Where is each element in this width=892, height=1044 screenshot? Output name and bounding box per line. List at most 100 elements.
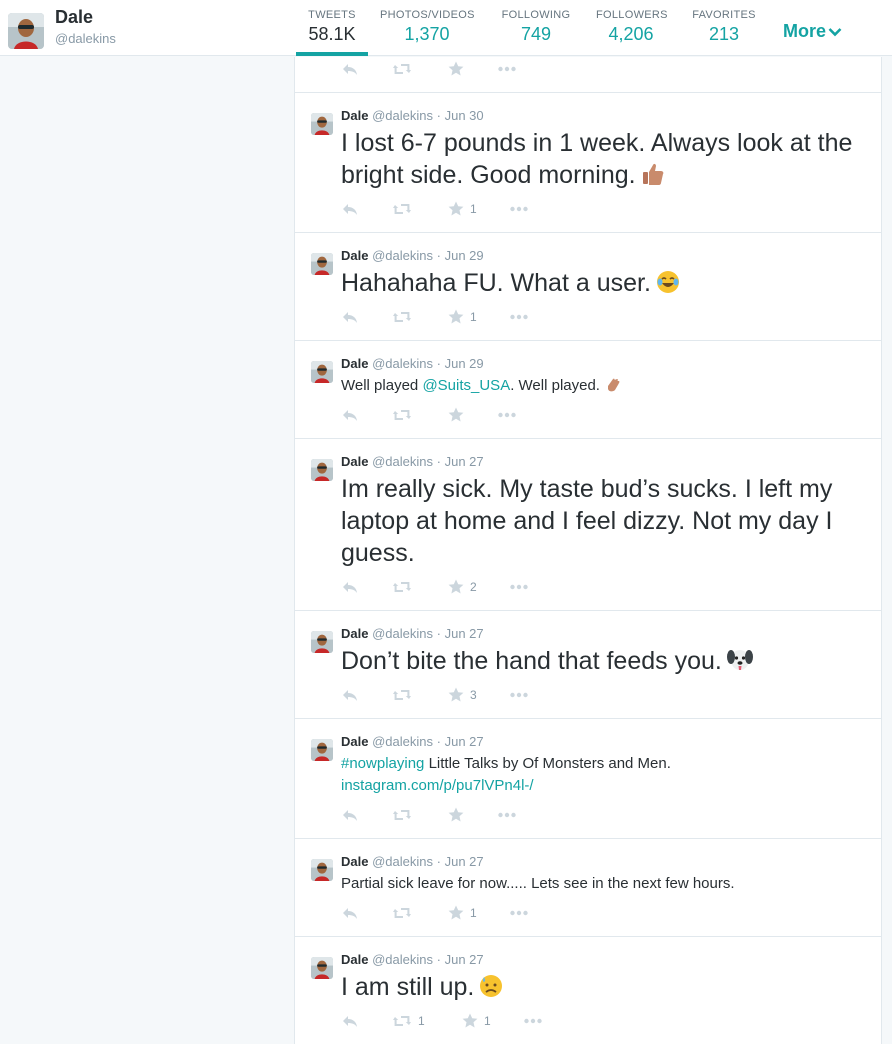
tweet-author-handle[interactable]: @dalekins bbox=[372, 854, 433, 869]
tweet[interactable]: Dale @dalekins · Jun 27 I am still up. 1… bbox=[295, 937, 881, 1044]
reply-icon[interactable] bbox=[341, 686, 359, 704]
tweet-text-pre: Well played bbox=[341, 377, 423, 394]
tweet-date[interactable]: Jun 27 bbox=[445, 854, 484, 869]
retweet-icon[interactable] bbox=[391, 578, 413, 596]
tweet[interactable]: Dale @dalekins · Jun 27 Partial sick lea… bbox=[295, 839, 881, 937]
more-options-icon[interactable] bbox=[523, 1012, 543, 1030]
tweet[interactable]: Dale @dalekins · Jun 27 Im really sick. … bbox=[295, 439, 881, 611]
favorite-icon[interactable] bbox=[447, 806, 465, 824]
tweet-avatar[interactable] bbox=[311, 113, 333, 135]
more-options-icon[interactable] bbox=[497, 806, 517, 824]
tweet-avatar[interactable] bbox=[311, 459, 333, 481]
tweet[interactable]: Dale @dalekins · Jun 30 I lost 6-7 pound… bbox=[295, 93, 881, 233]
favorite-count: 1 bbox=[470, 202, 477, 216]
tweet-author-handle[interactable]: @dalekins bbox=[372, 626, 433, 641]
tweet-date[interactable]: Jun 27 bbox=[445, 952, 484, 967]
tweet-date[interactable]: Jun 27 bbox=[445, 734, 484, 749]
profile-summary[interactable]: Dale @dalekins bbox=[8, 6, 208, 50]
clapping-icon bbox=[607, 378, 620, 392]
tweet-author-name[interactable]: Dale bbox=[341, 248, 368, 263]
favorite-count: 2 bbox=[470, 580, 477, 594]
tweet[interactable]: Dale @dalekins · Jun 27 #nowplaying Litt… bbox=[295, 719, 881, 839]
tweet-author-name[interactable]: Dale bbox=[341, 626, 368, 641]
tweet-author-handle[interactable]: @dalekins bbox=[372, 952, 433, 967]
more-options-icon[interactable] bbox=[497, 60, 517, 78]
tweet-avatar[interactable] bbox=[311, 859, 333, 881]
retweet-icon[interactable] bbox=[391, 200, 413, 218]
favorite-button[interactable]: 1 bbox=[461, 1012, 491, 1030]
tweet[interactable]: Dale @dalekins · Jun 27 Don’t bite the h… bbox=[295, 611, 881, 719]
retweet-icon[interactable] bbox=[391, 308, 413, 326]
reply-icon[interactable] bbox=[341, 60, 359, 78]
retweet-button[interactable]: 1 bbox=[391, 1012, 425, 1030]
tweet[interactable]: Dale @dalekins · Jun 29 Well played @Sui… bbox=[295, 341, 881, 439]
more-options-icon[interactable] bbox=[509, 578, 529, 596]
tweet-avatar[interactable] bbox=[311, 631, 333, 653]
favorite-button[interactable]: 3 bbox=[447, 686, 477, 704]
retweet-icon[interactable] bbox=[391, 686, 413, 704]
tweet-author-name[interactable]: Dale bbox=[341, 108, 368, 123]
reply-icon[interactable] bbox=[341, 1012, 359, 1030]
more-button[interactable]: More bbox=[783, 21, 842, 42]
tweet-actions bbox=[341, 806, 641, 824]
favorite-count: 3 bbox=[470, 688, 477, 702]
tweet-actions bbox=[341, 406, 641, 424]
hashtag-link[interactable]: #nowplaying bbox=[341, 755, 424, 772]
tweet-avatar[interactable] bbox=[311, 253, 333, 275]
sad-relieved-face-icon bbox=[480, 975, 503, 997]
tweet-author-handle[interactable]: @dalekins bbox=[372, 454, 433, 469]
stat-value: 749 bbox=[520, 24, 552, 44]
tweet-date[interactable]: Jun 27 bbox=[445, 454, 484, 469]
favorite-icon[interactable] bbox=[447, 406, 465, 424]
reply-icon[interactable] bbox=[341, 904, 359, 922]
tweet-author-name[interactable]: Dale bbox=[341, 854, 368, 869]
favorite-icon[interactable] bbox=[447, 60, 465, 78]
stat-photos-videos[interactable]: PHOTOS/VIDEOS 1,370 bbox=[380, 0, 474, 56]
reply-icon[interactable] bbox=[341, 200, 359, 218]
url-link[interactable]: instagram.com/p/pu7lVPn4l-/ bbox=[341, 777, 534, 794]
reply-icon[interactable] bbox=[341, 806, 359, 824]
reply-icon[interactable] bbox=[341, 308, 359, 326]
reply-icon[interactable] bbox=[341, 406, 359, 424]
tweet-date[interactable]: Jun 29 bbox=[445, 248, 484, 263]
stat-tweets[interactable]: TWEETS 58.1K bbox=[296, 0, 368, 56]
tweet-author-name[interactable]: Dale bbox=[341, 734, 368, 749]
retweet-icon[interactable] bbox=[391, 406, 413, 424]
tweet-date[interactable]: Jun 27 bbox=[445, 626, 484, 641]
retweet-icon[interactable] bbox=[391, 904, 413, 922]
tweet-author-handle[interactable]: @dalekins bbox=[372, 108, 433, 123]
more-options-icon[interactable] bbox=[509, 904, 529, 922]
retweet-icon[interactable] bbox=[391, 806, 413, 824]
more-options-icon[interactable] bbox=[497, 406, 517, 424]
retweet-icon[interactable] bbox=[391, 60, 413, 78]
stat-following[interactable]: FOLLOWING 749 bbox=[500, 0, 572, 56]
more-options-icon[interactable] bbox=[509, 686, 529, 704]
tweet-author-name[interactable]: Dale bbox=[341, 952, 368, 967]
tweet-avatar[interactable] bbox=[311, 957, 333, 979]
favorite-button[interactable]: 1 bbox=[447, 308, 477, 326]
tweet-actions: 1 bbox=[341, 308, 641, 326]
mention-link[interactable]: @Suits_USA bbox=[422, 377, 510, 394]
tweet-partial[interactable] bbox=[295, 57, 881, 93]
tweet-avatar[interactable] bbox=[311, 739, 333, 761]
favorite-button[interactable]: 2 bbox=[447, 578, 477, 596]
more-options-icon[interactable] bbox=[509, 200, 529, 218]
tweet-date[interactable]: Jun 29 bbox=[445, 356, 484, 371]
tweet-author-handle[interactable]: @dalekins bbox=[372, 248, 433, 263]
stat-favorites[interactable]: FAVORITES 213 bbox=[692, 0, 756, 56]
tweet-avatar[interactable] bbox=[311, 361, 333, 383]
favorite-button[interactable]: 1 bbox=[447, 904, 477, 922]
tweet-author-name[interactable]: Dale bbox=[341, 356, 368, 371]
tweet-author-handle[interactable]: @dalekins bbox=[372, 734, 433, 749]
separator: · bbox=[436, 952, 441, 967]
stat-followers[interactable]: FOLLOWERS 4,206 bbox=[596, 0, 667, 56]
avatar[interactable] bbox=[8, 13, 44, 49]
tweet[interactable]: Dale @dalekins · Jun 29 Hahahaha FU. Wha… bbox=[295, 233, 881, 341]
reply-icon[interactable] bbox=[341, 578, 359, 596]
tweet-author-handle[interactable]: @dalekins bbox=[372, 356, 433, 371]
favorite-button[interactable]: 1 bbox=[447, 200, 477, 218]
tweet-author-name[interactable]: Dale bbox=[341, 454, 368, 469]
tweet-date[interactable]: Jun 30 bbox=[445, 108, 484, 123]
profile-name[interactable]: Dale bbox=[55, 7, 93, 28]
more-options-icon[interactable] bbox=[509, 308, 529, 326]
